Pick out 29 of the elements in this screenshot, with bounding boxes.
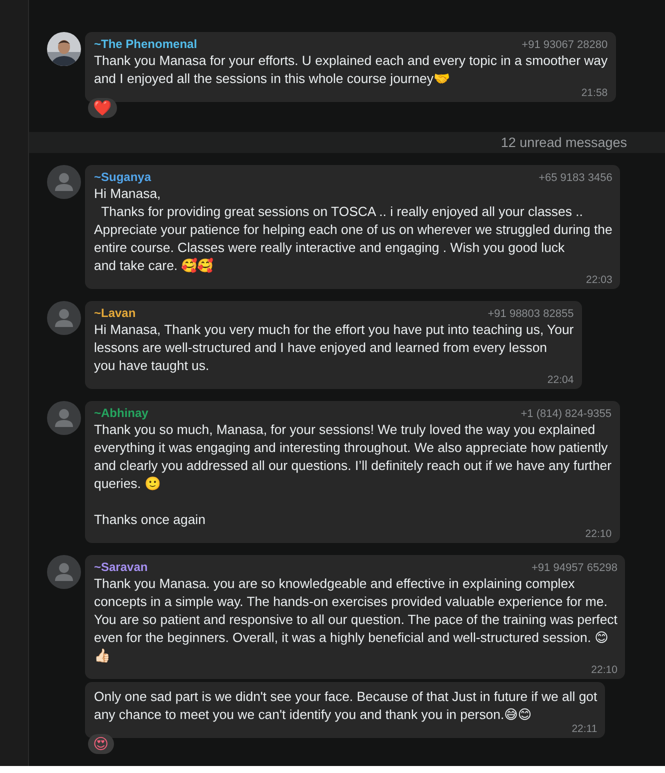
message-text: Thank you Manasa. you are so knowledgeable and effective in explaining complex concepts in a simple way. The hands-on exercises provided valuable experience for me. You are so patient and responsive to all our question. The pace of the training was perfect even for the beginners. Overall, it was a highly beneficial and well-structured session. 😊 👍🏻 [94, 575, 618, 665]
unread-label: 12 unread messages [500, 135, 627, 150]
message-time: 22:10 [585, 529, 612, 540]
message-time: 22:04 [547, 375, 574, 386]
avatar-icon [47, 555, 81, 589]
phone-number: +91 94957 65298 [532, 562, 618, 574]
message-text: Only one sad part is we didn't see your face. Because of that Just in future if we all got any chance to meet you we can't identify you and thank you in person.😅😊 [94, 688, 598, 724]
phone-number: +65 9183 3456 [538, 172, 612, 184]
avatar-icon [47, 301, 81, 335]
message-text: Thank you so much, Manasa, for your sessions! We truly loved the way you explained everything it was engaging and interesting throughout. We also appreciate how patiently and clearly you addressed all our questions. I’ll definitely reach out if we have any further queries. 🙂 Thanks once again [94, 421, 612, 529]
reaction-emoji[interactable]: 😍 [88, 734, 114, 754]
message-text: Thank you Manasa for your efforts. U explained each and every topic in a smoother way and I enjoyed all the sessions in this whole course journey🤝 [94, 52, 608, 88]
phone-number: +91 93067 28280 [522, 39, 608, 51]
sender-name: ~The Phenomenal [94, 37, 198, 51]
reaction-emoji[interactable]: ❤ [88, 98, 117, 118]
sender-name: ~Abhinay [94, 406, 148, 420]
message-text: Hi Manasa, Thanks for providing great sessions on TOSCA .. i really enjoyed all your classes .. Appreciate your patience for helping each one of us on wherever we struggled during the entire course. Classes were really interactive and engaging . Wish you good luck and take care. 🥰🥰 [94, 185, 612, 275]
sender-name: ~Saravan [94, 560, 148, 574]
message-time: 21:58 [581, 88, 608, 99]
phone-number: +91 98803 82855 [488, 308, 574, 320]
sender-name: ~Lavan [94, 306, 136, 320]
avatar-icon [47, 401, 81, 435]
message-time: 22:03 [586, 275, 612, 286]
phone-number: +1 (814) 824-9355 [520, 408, 612, 420]
avatar-icon [47, 165, 81, 199]
sender-name: ~Suganya [94, 170, 152, 184]
message-text: Hi Manasa, Thank you very much for the effort you have put into teaching us, Your lessons are well-structured and I have enjoyed and learned from every lesson you have taught us. [94, 321, 574, 375]
message-time: 22:11 [572, 724, 598, 735]
message-time: 22:10 [591, 665, 618, 676]
